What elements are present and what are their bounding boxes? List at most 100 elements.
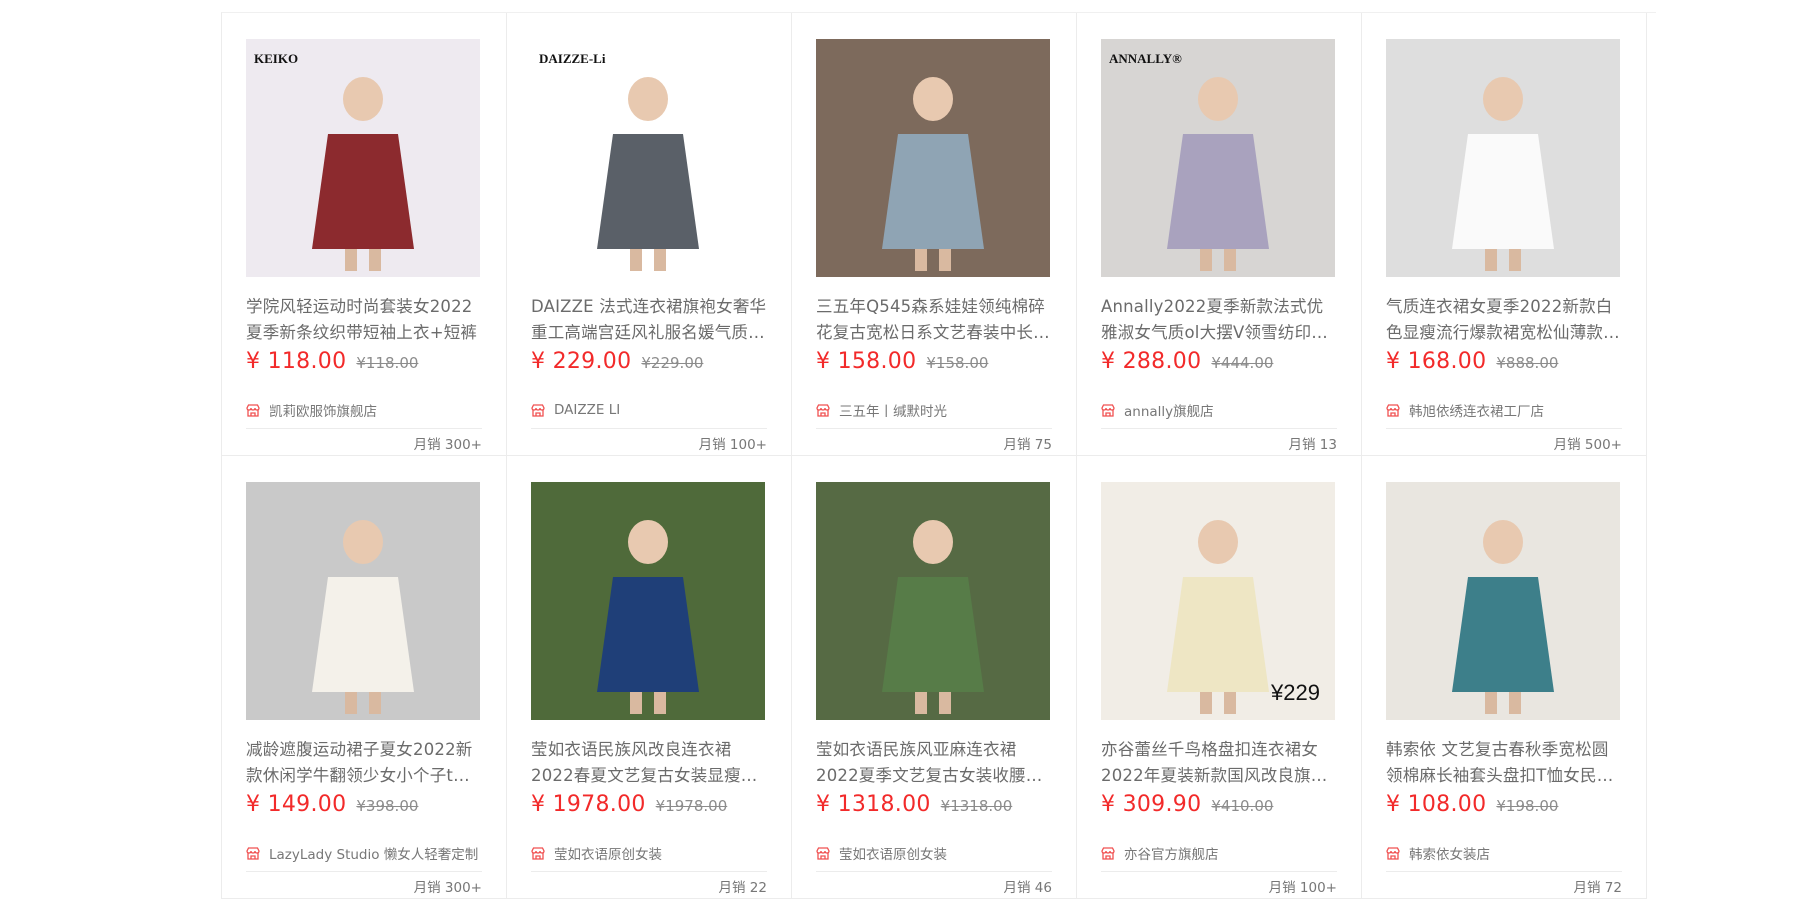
shop-name[interactable]: LazyLady Studio 懒女人轻奢定制 bbox=[269, 843, 478, 863]
product-card[interactable]: 减龄遮腹运动裙子夏女2022新款休闲学牛翻领少女小个子t恤连衣裙 ¥ 149.0… bbox=[222, 456, 507, 899]
product-card[interactable]: DAIZZE-Li DAIZZE 法式连衣裙旗袍女奢华重工高端宫廷风礼服名媛气质… bbox=[507, 13, 792, 456]
original-price: ¥1978.00 bbox=[655, 797, 728, 815]
original-price: ¥198.00 bbox=[1496, 797, 1559, 815]
current-price: ¥ 118.00 bbox=[246, 349, 347, 374]
product-title[interactable]: 莹如衣语民族风亚麻连衣裙2022夏季文艺复古女装收腰长裙 bbox=[816, 737, 1052, 789]
product-title[interactable]: 韩索依 文艺复古春秋季宽松圆领棉麻长袖套头盘扣T恤女民族风 bbox=[1386, 737, 1622, 789]
shop-name[interactable]: 亦谷官方旗舰店 bbox=[1124, 843, 1219, 863]
current-price: ¥ 229.00 bbox=[531, 349, 632, 374]
shop-name[interactable]: 三五年丨缄默时光 bbox=[839, 400, 947, 420]
garment-shape bbox=[1167, 134, 1269, 249]
product-card[interactable]: 莹如衣语民族风改良连衣裙2022春夏文艺复古女装显瘦长裙 ¥ 1978.00 ¥… bbox=[507, 456, 792, 899]
monthly-sales: 月销 300+ bbox=[413, 880, 482, 896]
product-title[interactable]: 三五年Q545森系娃娃领纯棉碎花复古宽松日系文艺春装中长款连衣裙 bbox=[816, 294, 1052, 346]
original-price: ¥229.00 bbox=[641, 354, 704, 372]
product-image[interactable]: KEIKO bbox=[246, 39, 480, 277]
product-card[interactable]: 莹如衣语民族风亚麻连衣裙2022夏季文艺复古女装收腰长裙 ¥ 1318.00 ¥… bbox=[792, 456, 1077, 899]
garment-shape bbox=[597, 134, 699, 249]
product-title[interactable]: 气质连衣裙女夏季2022新款白色显瘦流行爆款裙宽松仙薄款长裙 bbox=[1386, 294, 1622, 346]
current-price: ¥ 168.00 bbox=[1386, 349, 1487, 374]
figure-head bbox=[1483, 77, 1523, 121]
monthly-sales: 月销 13 bbox=[1288, 437, 1337, 453]
product-card[interactable]: KEIKO 学院风轻运动时尚套装女2022夏季新条纹织带短袖上衣+短裤 ¥ 11… bbox=[222, 13, 507, 456]
figure-head bbox=[1483, 520, 1523, 564]
shop-icon bbox=[246, 403, 260, 417]
shop-name[interactable]: 韩索依女装店 bbox=[1409, 843, 1490, 863]
shop-row[interactable]: LazyLady Studio 懒女人轻奢定制 bbox=[246, 841, 482, 872]
original-price: ¥118.00 bbox=[356, 354, 419, 372]
shop-row[interactable]: 三五年丨缄默时光 bbox=[816, 398, 1052, 429]
product-title[interactable]: 学院风轻运动时尚套装女2022夏季新条纹织带短袖上衣+短裤 bbox=[246, 294, 482, 346]
product-grid: KEIKO 学院风轻运动时尚套装女2022夏季新条纹织带短袖上衣+短裤 ¥ 11… bbox=[221, 12, 1647, 899]
shop-icon bbox=[246, 846, 260, 860]
original-price: ¥1318.00 bbox=[940, 797, 1013, 815]
shop-row[interactable]: 韩索依女装店 bbox=[1386, 841, 1622, 872]
price-row: ¥ 229.00 ¥229.00 bbox=[531, 349, 703, 381]
shop-icon bbox=[1101, 846, 1115, 860]
shop-icon bbox=[531, 846, 545, 860]
shop-icon bbox=[816, 846, 830, 860]
product-title[interactable]: 亦谷蕾丝千鸟格盘扣连衣裙女2022年夏装新款国风改良旗袍裙 bbox=[1101, 737, 1337, 789]
current-price: ¥ 1318.00 bbox=[816, 792, 931, 817]
shop-row[interactable]: 亦谷官方旗舰店 bbox=[1101, 841, 1337, 872]
product-title[interactable]: DAIZZE 法式连衣裙旗袍女奢华重工高端宫廷风礼服名媛气质连衣裙 bbox=[531, 294, 767, 346]
product-image[interactable]: ANNALLY® bbox=[1101, 39, 1335, 277]
product-card[interactable]: 韩索依 文艺复古春秋季宽松圆领棉麻长袖套头盘扣T恤女民族风 ¥ 108.00 ¥… bbox=[1362, 456, 1647, 899]
product-card[interactable]: 气质连衣裙女夏季2022新款白色显瘦流行爆款裙宽松仙薄款长裙 ¥ 168.00 … bbox=[1362, 13, 1647, 456]
grid-top-border bbox=[1646, 12, 1656, 13]
product-title[interactable]: 莹如衣语民族风改良连衣裙2022春夏文艺复古女装显瘦长裙 bbox=[531, 737, 767, 789]
original-price: ¥158.00 bbox=[926, 354, 989, 372]
garment-shape bbox=[312, 134, 414, 249]
original-price: ¥444.00 bbox=[1211, 354, 1274, 372]
shop-name[interactable]: 莹如衣语原创女装 bbox=[554, 843, 662, 863]
shop-row[interactable]: 莹如衣语原创女装 bbox=[816, 841, 1052, 872]
garment-shape bbox=[1167, 577, 1269, 692]
original-price: ¥398.00 bbox=[356, 797, 419, 815]
shop-name[interactable]: 莹如衣语原创女装 bbox=[839, 843, 947, 863]
product-image[interactable]: DAIZZE-Li bbox=[531, 39, 765, 277]
product-image[interactable] bbox=[246, 482, 480, 720]
shop-row[interactable]: annally旗舰店 bbox=[1101, 398, 1337, 429]
price-row: ¥ 1318.00 ¥1318.00 bbox=[816, 792, 1012, 824]
product-image[interactable] bbox=[1386, 482, 1620, 720]
shop-name[interactable]: annally旗舰店 bbox=[1124, 400, 1214, 420]
shop-row[interactable]: DAIZZE LI bbox=[531, 398, 767, 429]
product-title[interactable]: 减龄遮腹运动裙子夏女2022新款休闲学牛翻领少女小个子t恤连衣裙 bbox=[246, 737, 482, 789]
product-image[interactable] bbox=[816, 39, 1050, 277]
monthly-sales: 月销 75 bbox=[1003, 437, 1052, 453]
figure-head bbox=[1198, 77, 1238, 121]
brand-caption: DAIZZE-Li bbox=[539, 51, 606, 66]
figure-head bbox=[628, 520, 668, 564]
brand-caption: KEIKO bbox=[254, 51, 298, 66]
shop-icon bbox=[1101, 403, 1115, 417]
product-card[interactable]: ANNALLY® Annally2022夏季新款法式优雅淑女气质ol大摆V领雪纺… bbox=[1077, 13, 1362, 456]
current-price: ¥ 149.00 bbox=[246, 792, 347, 817]
shop-row[interactable]: 莹如衣语原创女装 bbox=[531, 841, 767, 872]
product-image[interactable] bbox=[531, 482, 765, 720]
product-card[interactable]: 三五年Q545森系娃娃领纯棉碎花复古宽松日系文艺春装中长款连衣裙 ¥ 158.0… bbox=[792, 13, 1077, 456]
product-title[interactable]: Annally2022夏季新款法式优雅淑女气质ol大摆V领雪纺印花连衣裙 bbox=[1101, 294, 1337, 346]
shop-name[interactable]: 韩旭依绣连衣裙工厂店 bbox=[1409, 400, 1544, 420]
original-price: ¥410.00 bbox=[1211, 797, 1274, 815]
current-price: ¥ 108.00 bbox=[1386, 792, 1487, 817]
shop-name[interactable]: DAIZZE LI bbox=[554, 402, 620, 418]
shop-name[interactable]: 凯莉欧服饰旗舰店 bbox=[269, 400, 377, 420]
price-row: ¥ 158.00 ¥158.00 bbox=[816, 349, 988, 381]
garment-shape bbox=[597, 577, 699, 692]
monthly-sales: 月销 22 bbox=[718, 880, 767, 896]
garment-shape bbox=[1452, 577, 1554, 692]
monthly-sales: 月销 46 bbox=[1003, 880, 1052, 896]
price-badge: ¥229 bbox=[1270, 680, 1320, 705]
shop-icon bbox=[1386, 846, 1400, 860]
current-price: ¥ 1978.00 bbox=[531, 792, 646, 817]
original-price: ¥888.00 bbox=[1496, 354, 1559, 372]
product-image[interactable] bbox=[1386, 39, 1620, 277]
price-row: ¥ 309.90 ¥410.00 bbox=[1101, 792, 1273, 824]
product-image[interactable] bbox=[816, 482, 1050, 720]
monthly-sales: 月销 300+ bbox=[413, 437, 482, 453]
shop-row[interactable]: 凯莉欧服饰旗舰店 bbox=[246, 398, 482, 429]
product-card[interactable]: ¥229 亦谷蕾丝千鸟格盘扣连衣裙女2022年夏装新款国风改良旗袍裙 ¥ 309… bbox=[1077, 456, 1362, 899]
shop-icon bbox=[1386, 403, 1400, 417]
product-image[interactable]: ¥229 bbox=[1101, 482, 1335, 720]
shop-row[interactable]: 韩旭依绣连衣裙工厂店 bbox=[1386, 398, 1622, 429]
